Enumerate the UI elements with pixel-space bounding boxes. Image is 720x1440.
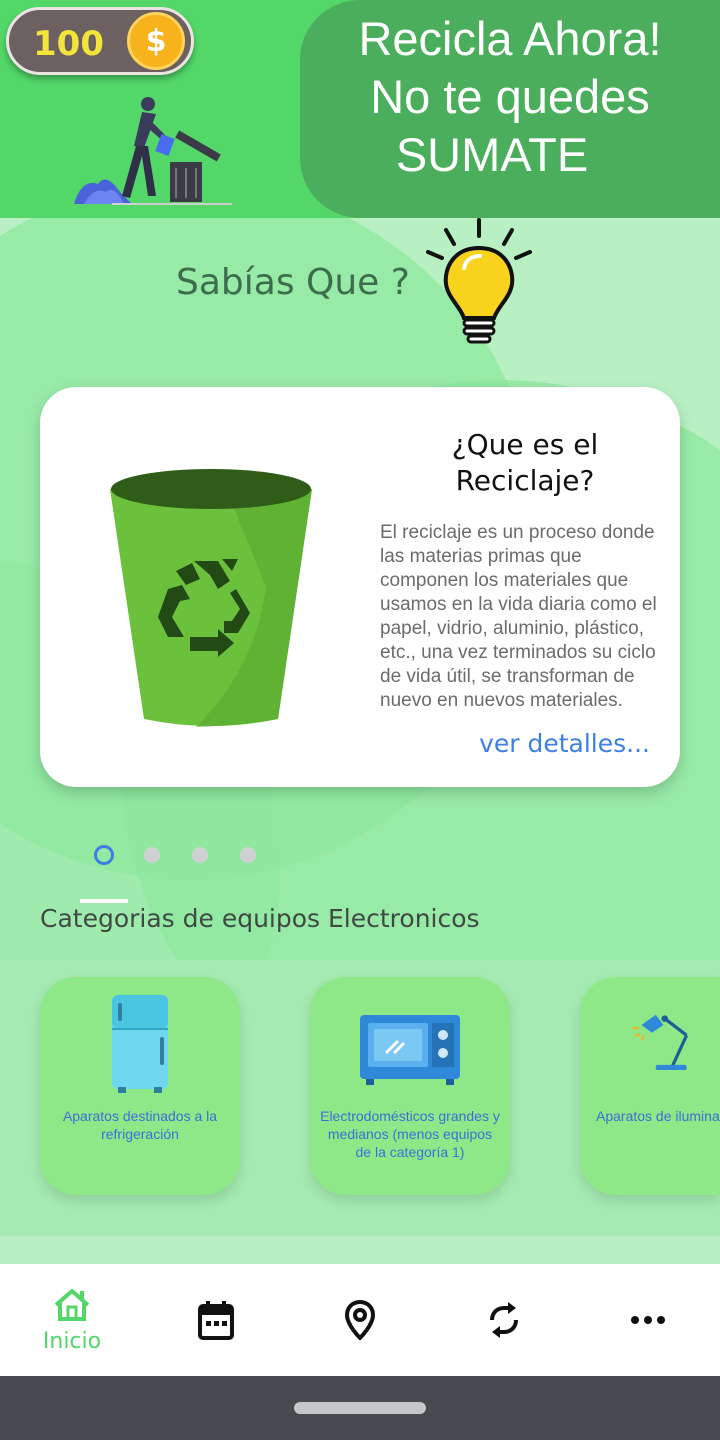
slogan-text: Recicla Ahora! No te quedes SUMATE — [300, 10, 720, 184]
dollar-symbol: $ — [145, 23, 167, 59]
refresh-icon — [490, 1302, 518, 1338]
categories-title: Categorias de equipos Electronicos — [40, 904, 480, 933]
coin-count: 100 — [33, 24, 104, 64]
nav-more[interactable] — [576, 1264, 720, 1376]
nav-location[interactable] — [288, 1264, 432, 1376]
person-recycling-illustration — [74, 97, 232, 205]
slogan-line-3: SUMATE — [395, 128, 589, 181]
bottom-navigation: Inicio — [0, 1264, 720, 1376]
microwave-icon — [360, 1015, 460, 1085]
lightbulb-icon — [426, 218, 532, 344]
slogan-banner: Recicla Ahora! No te quedes SUMATE — [300, 0, 720, 218]
category-card-lighting[interactable]: Aparatos de iluminación — [580, 977, 720, 1195]
recycle-bin-icon — [110, 469, 312, 727]
home-gesture-handle[interactable] — [294, 1402, 426, 1414]
coin-icon: $ — [127, 12, 185, 70]
carousel-dot-2[interactable] — [144, 847, 160, 863]
carousel-dot-3[interactable] — [192, 847, 208, 863]
section-underline — [80, 899, 128, 903]
slogan-line-2: No te quedes — [370, 70, 650, 123]
category-label: Aparatos de iluminación — [596, 1108, 720, 1124]
view-details-link[interactable]: ver detalles... — [479, 729, 650, 758]
header: 100 $ Recicla Ahora! No te quedes SUMATE — [0, 0, 720, 218]
fact-section-title: Sabías Que ? — [176, 262, 410, 303]
carousel-dot-1[interactable] — [94, 845, 114, 865]
coin-balance[interactable]: 100 $ — [6, 7, 194, 75]
more-icon — [631, 1316, 665, 1324]
carousel-dot-4[interactable] — [240, 847, 256, 863]
fridge-icon — [112, 995, 168, 1093]
category-card-appliances[interactable]: Electrodomésticos grandes y medianos (me… — [310, 977, 510, 1195]
lamp-icon — [632, 1014, 689, 1070]
fact-card[interactable]: ¿Que es el Reciclaje? El reciclaje es un… — [40, 387, 680, 787]
nav-home-label: Inicio — [42, 1328, 102, 1354]
location-pin-icon — [344, 1300, 376, 1340]
nav-home[interactable]: Inicio — [0, 1264, 144, 1376]
calendar-icon — [198, 1301, 234, 1340]
slogan-line-1: Recicla Ahora! — [358, 12, 662, 65]
card-title: ¿Que es el Reciclaje? — [451, 428, 599, 497]
system-navigation-bar — [0, 1376, 720, 1440]
card-body: El reciclaje es un proceso donde las mat… — [380, 522, 657, 711]
category-label: Electrodomésticos grandes y medianos (me… — [320, 1108, 500, 1160]
category-card-refrigeration[interactable]: Aparatos destinados a la refrigeración — [40, 977, 240, 1195]
nav-exchange[interactable] — [432, 1264, 576, 1376]
category-label: Aparatos destinados a la refrigeración — [62, 1108, 218, 1142]
nav-calendar[interactable] — [144, 1264, 288, 1376]
home-icon — [54, 1288, 90, 1321]
